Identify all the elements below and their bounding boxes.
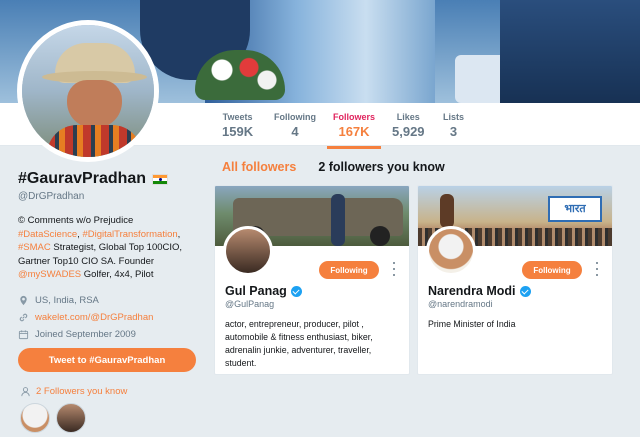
card-name-text: Narendra Modi [428, 284, 516, 298]
cover-person [331, 194, 345, 246]
website-link[interactable]: wakelet.com/@DrGPradhan [35, 312, 153, 323]
avatar-shirt [47, 125, 142, 157]
avatar-face [67, 80, 122, 128]
card-bio: actor, entrepreneur, producer, pilot , a… [225, 319, 373, 368]
following-button[interactable]: Following [319, 261, 379, 279]
stat-value: 3 [449, 124, 458, 139]
bio-line: Gartner Top10 CIO SA. Founder [18, 255, 155, 267]
profile-meta: US, India, RSA wakelet.com/@DrGPradhan J… [18, 292, 203, 343]
person-icon [21, 387, 30, 397]
tab-followers-you-know[interactable]: 2 followers you know [318, 160, 444, 174]
bio-line: #DataScience, #DigitalTransformation, [18, 228, 203, 242]
hashtag-link[interactable]: #DigitalTransformation [82, 229, 177, 240]
more-options-icon[interactable] [594, 262, 600, 276]
bio-text: Golfer, 4x4, Pilot [81, 269, 154, 280]
joined-text: Joined September 2009 [35, 328, 136, 340]
hashtag-link[interactable]: #DataScience [18, 229, 77, 240]
tweet-to-button[interactable]: Tweet to #GauravPradhan [18, 348, 196, 372]
stat-tweets[interactable]: Tweets 159K [222, 112, 253, 139]
stat-value: 167K [338, 124, 370, 139]
tweet-to-label: Tweet to #GauravPradhan [48, 354, 166, 366]
card-name[interactable]: Narendra Modi [428, 284, 531, 298]
known-follower-avatar[interactable] [56, 403, 86, 433]
card-name-text: Gul Panag [225, 284, 287, 298]
cover-wheel [370, 226, 390, 246]
follower-card[interactable]: भारत Following Narendra Modi @narendramo… [417, 185, 613, 375]
profile-name[interactable]: #GauravPradhan [18, 170, 203, 188]
more-options-icon[interactable] [391, 262, 397, 276]
card-avatar[interactable] [426, 226, 476, 276]
followers-tabs: All followers 2 followers you know [222, 160, 445, 174]
following-button[interactable]: Following [522, 261, 582, 279]
mention-link[interactable]: @mySWADES [18, 269, 81, 280]
tab-all-followers[interactable]: All followers [222, 160, 296, 174]
cover-board: भारत [548, 196, 602, 222]
profile-joined: Joined September 2009 [18, 326, 203, 343]
followers-you-know[interactable]: 2 Followers you know [20, 386, 127, 397]
profile-name-text: #GauravPradhan [18, 170, 147, 187]
profile-location: US, India, RSA [18, 292, 203, 309]
stat-value: 5,929 [392, 124, 425, 139]
bio-line: #SMAC Strategist, Global Top 100CIO, [18, 241, 203, 255]
stat-following[interactable]: Following 4 [274, 112, 316, 139]
stat-label: Likes [396, 112, 420, 122]
profile-website: wakelet.com/@DrGPradhan [18, 309, 203, 326]
card-avatar[interactable] [223, 226, 273, 276]
bio-line: @mySWADES Golfer, 4x4, Pilot [18, 268, 203, 282]
stat-label: Following [274, 112, 316, 122]
stat-label: Lists [443, 112, 465, 122]
stat-value: 4 [291, 124, 299, 139]
card-handle[interactable]: @narendramodi [428, 299, 493, 309]
calendar-icon [18, 329, 29, 339]
banner-person-right [500, 0, 640, 103]
profile-handle[interactable]: @DrGPradhan [18, 191, 203, 202]
known-follower-avatar[interactable] [20, 403, 50, 433]
card-bio: Prime Minister of India [428, 319, 516, 329]
stat-value: 159K [222, 124, 254, 139]
follower-card[interactable]: Following Gul Panag @GulPanag actor, ent… [214, 185, 410, 375]
bio-line: © Comments w/o Prejudice [18, 215, 134, 226]
following-label: Following [533, 265, 571, 275]
bio-separator: , [177, 228, 181, 240]
stat-label: Followers [333, 112, 376, 122]
stat-lists[interactable]: Lists 3 [443, 112, 464, 139]
card-name[interactable]: Gul Panag [225, 284, 302, 298]
cover-person [440, 194, 454, 228]
verified-badge-icon [290, 285, 302, 297]
stat-label: Tweets [222, 112, 253, 122]
hashtag-link[interactable]: #SMAC [18, 242, 51, 253]
card-handle[interactable]: @GulPanag [225, 299, 274, 309]
stat-followers[interactable]: Followers 167K [326, 112, 382, 149]
location-pin-icon [20, 295, 27, 305]
india-flag-icon [152, 173, 169, 185]
following-label: Following [330, 265, 368, 275]
profile-bio: © Comments w/o Prejudice #DataScience, #… [18, 214, 203, 282]
profile-card: #GauravPradhan @DrGPradhan © Comments w/… [18, 170, 203, 343]
link-icon [19, 313, 28, 321]
profile-avatar[interactable] [17, 20, 159, 162]
stat-likes[interactable]: Likes 5,929 [392, 112, 425, 139]
location-text: US, India, RSA [35, 294, 99, 306]
bio-text: Strategist, Global Top 100CIO, [50, 242, 183, 253]
followers-you-know-label: 2 Followers you know [36, 386, 128, 397]
verified-badge-icon [519, 285, 531, 297]
